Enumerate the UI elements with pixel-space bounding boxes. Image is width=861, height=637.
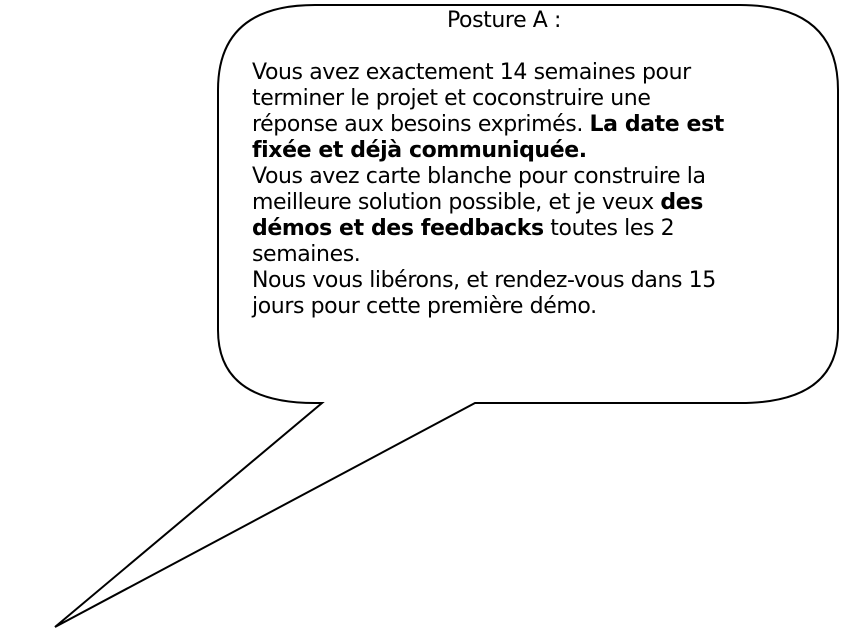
text-span: toutes les 2 — [543, 216, 675, 241]
text-line: terminer le projet et coconstruire une — [252, 86, 651, 111]
bold-text: démos et des feedbacks — [252, 216, 544, 241]
bold-text-line: fixée et déjà communiquée. — [252, 138, 587, 163]
text-line: réponse aux besoins exprimés. La date es… — [252, 112, 812, 138]
paragraph-deadline: Vous avez exactement 14 semaines pour te… — [252, 60, 812, 164]
text-span: meilleure solution possible, et je veux — [252, 190, 661, 215]
text-line: meilleure solution possible, et je veux … — [252, 190, 812, 216]
text-line: Vous avez carte blanche pour construire … — [252, 164, 706, 189]
bold-text: La date est — [589, 112, 725, 137]
text-span: réponse aux besoins exprimés. — [252, 112, 590, 137]
text-line: Nous vous libérons, et rendez-vous dans … — [252, 268, 716, 293]
text-line: démos et des feedbacks toutes les 2 — [252, 216, 812, 242]
bubble-title: Posture A : — [446, 8, 562, 33]
bold-text: des — [660, 190, 703, 215]
paragraph-release: Nous vous libérons, et rendez-vous dans … — [252, 268, 812, 320]
speech-bubble-text: Posture A : Vous avez exactement 14 sema… — [252, 8, 812, 320]
text-line: Vous avez exactement 14 semaines pour — [252, 60, 691, 85]
text-line: semaines. — [252, 242, 361, 267]
paragraph-freedom: Vous avez carte blanche pour construire … — [252, 164, 812, 268]
text-line: jours pour cette première démo. — [252, 294, 597, 319]
